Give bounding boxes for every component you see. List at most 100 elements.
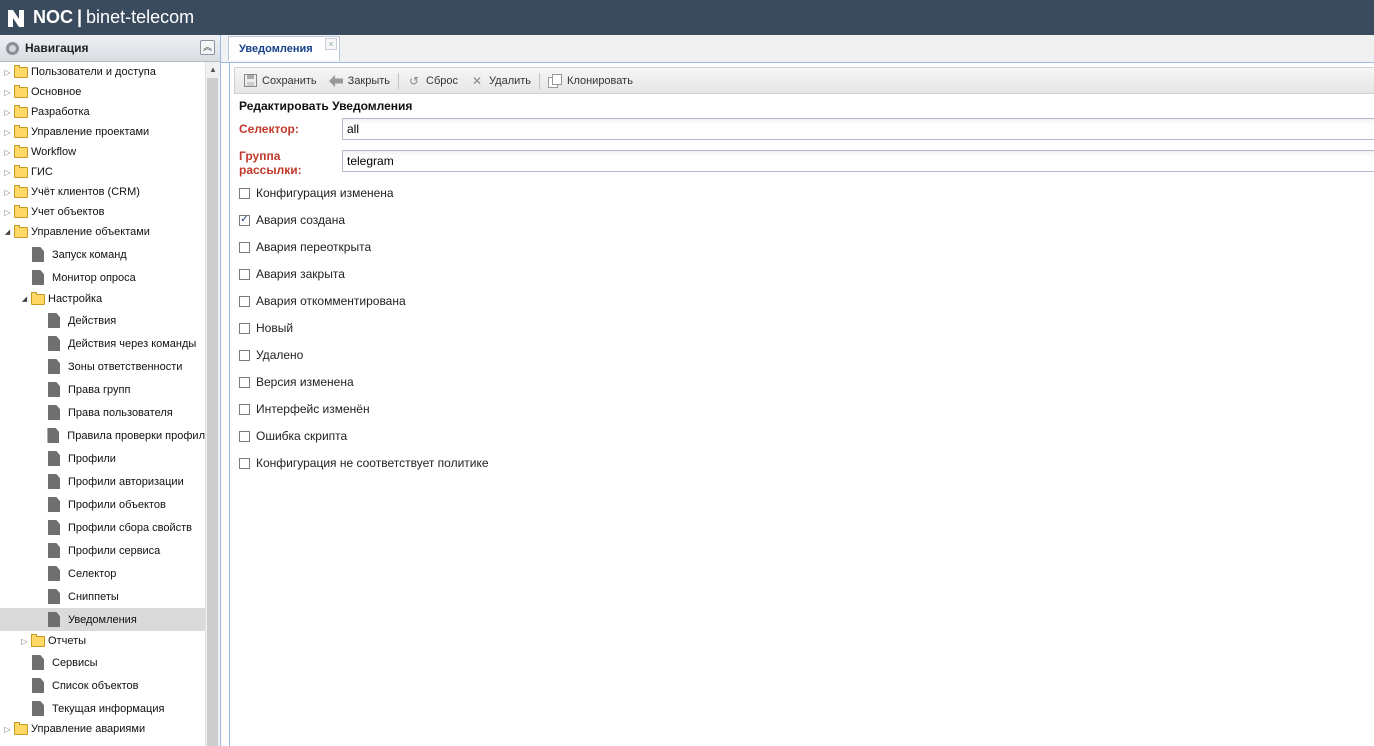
tree-node-group-rights[interactable]: Права групп bbox=[0, 378, 205, 401]
tree-node-label: Управление авариями bbox=[31, 723, 146, 735]
tree-node-inventory[interactable]: ▷ Учет объектов bbox=[0, 202, 205, 222]
tree-node-object-management[interactable]: ◢ Управление объектами bbox=[0, 222, 205, 242]
checkbox-deleted[interactable]: Удалено bbox=[239, 348, 303, 362]
checkbox-version-changed[interactable]: Версия изменена bbox=[239, 375, 354, 389]
checkbox[interactable] bbox=[239, 187, 250, 199]
checkbox[interactable] bbox=[239, 430, 250, 442]
checkbox-alarm-reopened[interactable]: Авария переоткрыта bbox=[239, 240, 371, 254]
expand-arrow-icon[interactable]: ▷ bbox=[3, 725, 12, 734]
expand-arrow-icon[interactable]: ▷ bbox=[3, 168, 12, 177]
tree-node-profile-check-rules[interactable]: Правила проверки профил bbox=[0, 424, 205, 447]
form-toolbar: Сохранить Закрыть ↺ Сброс ✕ Удалить Клон… bbox=[234, 67, 1374, 94]
noc-logo-icon[interactable] bbox=[5, 7, 27, 29]
scroll-up-arrow-icon[interactable]: ▲ bbox=[209, 65, 217, 74]
toolbar-separator bbox=[398, 72, 400, 89]
checkbox-config-policy-violation[interactable]: Конфигурация не соответствует политике bbox=[239, 456, 489, 470]
clone-label: Клонировать bbox=[567, 74, 633, 87]
navigation-title: Навигация bbox=[25, 41, 89, 55]
expand-arrow-icon[interactable]: ▷ bbox=[20, 637, 29, 646]
checkbox-label: Авария закрыта bbox=[256, 267, 345, 281]
checkbox[interactable] bbox=[239, 403, 250, 415]
scrollbar-thumb[interactable] bbox=[207, 78, 218, 746]
save-button[interactable]: Сохранить bbox=[243, 74, 317, 88]
tree-node-services[interactable]: Сервисы bbox=[0, 651, 205, 674]
checkbox[interactable] bbox=[239, 241, 250, 253]
tree-node-label: Профили авторизации bbox=[68, 475, 184, 488]
tree-node-auth-profiles[interactable]: Профили авторизации bbox=[0, 470, 205, 493]
delete-x-icon: ✕ bbox=[472, 73, 483, 88]
checkbox-alarm-opened[interactable]: ✓ Авария создана bbox=[239, 213, 345, 227]
tree-node-crm[interactable]: ▷ Учёт клиентов (CRM) bbox=[0, 182, 205, 202]
clone-button[interactable]: Клонировать bbox=[548, 73, 633, 88]
delete-button[interactable]: ✕ Удалить bbox=[470, 74, 531, 88]
tree-node-project-management[interactable]: ▷ Управление проектами bbox=[0, 122, 205, 142]
checkbox-checked[interactable]: ✓ bbox=[239, 214, 250, 226]
checkbox-alarm-closed[interactable]: Авария закрыта bbox=[239, 267, 345, 281]
tree-node-setup[interactable]: ◢ Настройка bbox=[0, 289, 205, 309]
tree-node-poll-monitor[interactable]: Монитор опроса bbox=[0, 266, 205, 289]
expand-arrow-icon[interactable]: ▷ bbox=[3, 208, 12, 217]
tree-node-development[interactable]: ▷ Разработка bbox=[0, 102, 205, 122]
toolbar-separator bbox=[539, 72, 541, 89]
selector-field[interactable] bbox=[342, 118, 1374, 140]
collapse-panel-button[interactable]: ︽ bbox=[200, 40, 215, 55]
tab-notifications[interactable]: Уведомления × bbox=[228, 36, 340, 61]
tree-node-label: Действия bbox=[68, 314, 117, 327]
tree-node-notifications[interactable]: Уведомления bbox=[0, 608, 205, 631]
checkbox[interactable] bbox=[239, 376, 250, 388]
tree-node-selector[interactable]: Селектор bbox=[0, 562, 205, 585]
expand-arrow-icon[interactable]: ▷ bbox=[3, 88, 12, 97]
tree-node-gis[interactable]: ▷ ГИС bbox=[0, 162, 205, 182]
tab-label: Уведомления bbox=[239, 43, 313, 55]
expand-arrow-icon[interactable]: ▷ bbox=[3, 108, 12, 117]
tree-node-actions[interactable]: Действия bbox=[0, 309, 205, 332]
tree-node-user-rights[interactable]: Права пользователя bbox=[0, 401, 205, 424]
expand-arrow-icon[interactable]: ▷ bbox=[3, 148, 12, 157]
checkbox-config-changed[interactable]: Конфигурация изменена bbox=[239, 186, 394, 200]
expand-arrow-icon[interactable]: ▷ bbox=[3, 188, 12, 197]
tree-node-object-list[interactable]: Список объектов bbox=[0, 674, 205, 697]
document-icon bbox=[48, 313, 60, 328]
collapse-arrow-icon[interactable]: ◢ bbox=[20, 295, 29, 303]
notification-group-label: Группа рассылки: bbox=[239, 149, 302, 177]
tree-node-users-access[interactable]: ▷ Пользователи и доступа bbox=[0, 62, 205, 82]
document-icon bbox=[48, 474, 60, 489]
tree-node-run-commands[interactable]: Запуск команд bbox=[0, 243, 205, 266]
close-button[interactable]: Закрыть bbox=[328, 74, 390, 88]
tree-node-fault-management[interactable]: ▷ Управление авариями bbox=[0, 719, 205, 739]
notification-group-field[interactable] bbox=[342, 150, 1374, 172]
tree-node-label: Текущая информация bbox=[52, 702, 165, 715]
checkbox-alarm-commented[interactable]: Авария откомментирована bbox=[239, 294, 406, 308]
tree-node-label: Сниппеты bbox=[68, 590, 119, 603]
tree-node-label: Профили сбора свойств bbox=[68, 521, 193, 534]
tree-node-current-info[interactable]: Текущая информация bbox=[0, 697, 205, 720]
tree-node-label: Управление объектами bbox=[31, 226, 150, 238]
tab-close-icon[interactable]: × bbox=[325, 38, 337, 50]
checkbox[interactable] bbox=[239, 268, 250, 280]
notification-group-label-line1: Группа bbox=[239, 149, 281, 163]
checkbox[interactable] bbox=[239, 349, 250, 361]
checkbox[interactable] bbox=[239, 322, 250, 334]
checkbox-new[interactable]: Новый bbox=[239, 321, 293, 335]
reset-button[interactable]: ↺ Сброс bbox=[407, 74, 458, 88]
expand-arrow-icon[interactable]: ▷ bbox=[3, 68, 12, 77]
checkbox[interactable] bbox=[239, 295, 250, 307]
collapse-arrow-icon[interactable]: ◢ bbox=[3, 228, 12, 236]
checkbox-label: Интерфейс изменён bbox=[256, 402, 370, 416]
tree-node-main[interactable]: ▷ Основное bbox=[0, 82, 205, 102]
expand-arrow-icon[interactable]: ▷ bbox=[3, 128, 12, 137]
navigation-scrollbar[interactable]: ▲ bbox=[205, 62, 220, 746]
checkbox[interactable] bbox=[239, 457, 250, 469]
tree-node-workflow[interactable]: ▷ Workflow bbox=[0, 142, 205, 162]
tree-node-capability-profiles[interactable]: Профили сбора свойств bbox=[0, 516, 205, 539]
tree-node-command-actions[interactable]: Действия через команды bbox=[0, 332, 205, 355]
tree-node-responsibility-zones[interactable]: Зоны ответственности bbox=[0, 355, 205, 378]
tree-node-object-profiles[interactable]: Профили объектов bbox=[0, 493, 205, 516]
checkbox-interface-changed[interactable]: Интерфейс изменён bbox=[239, 402, 370, 416]
tree-node-reports[interactable]: ▷ Отчеты bbox=[0, 631, 205, 651]
tree-node-label: Настройка bbox=[48, 293, 103, 305]
tree-node-snippets[interactable]: Сниппеты bbox=[0, 585, 205, 608]
tree-node-service-profiles[interactable]: Профили сервиса bbox=[0, 539, 205, 562]
tree-node-profiles[interactable]: Профили bbox=[0, 447, 205, 470]
checkbox-script-error[interactable]: Ошибка скрипта bbox=[239, 429, 347, 443]
